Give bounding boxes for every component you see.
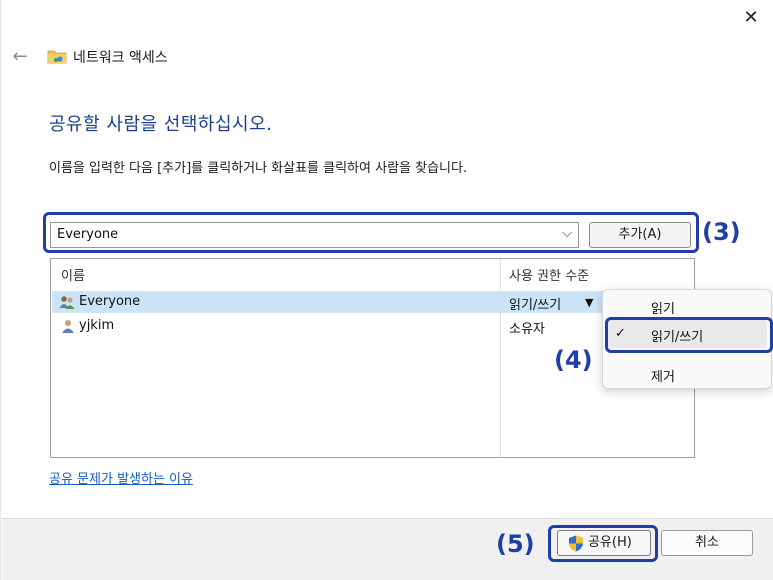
table-row-permission: 소유자 bbox=[509, 322, 545, 337]
menu-item-read[interactable]: 읽기 bbox=[651, 298, 675, 317]
annotation-5: (5) bbox=[496, 530, 535, 558]
highlight-box-3 bbox=[43, 212, 699, 253]
annotation-3: (3) bbox=[702, 218, 741, 246]
column-divider bbox=[500, 259, 501, 457]
help-link[interactable]: 공유 문제가 발생하는 이유 bbox=[49, 468, 193, 487]
cancel-button[interactable]: 취소 bbox=[661, 530, 753, 556]
column-header-name[interactable]: 이름 bbox=[61, 265, 85, 284]
table-row-selected[interactable] bbox=[52, 291, 693, 313]
menu-item-remove[interactable]: 제거 bbox=[651, 366, 675, 385]
shared-folder-icon bbox=[47, 50, 67, 64]
network-access-dialog: ✕ ← 네트워크 액세스 공유할 사람을 선택하십시오. 이름을 입력한 다음 … bbox=[0, 0, 773, 580]
highlight-box-4 bbox=[605, 317, 773, 353]
table-row-name[interactable]: Everyone bbox=[79, 294, 140, 309]
user-icon bbox=[62, 320, 74, 333]
permission-dropdown-icon[interactable]: ▼ bbox=[585, 296, 593, 309]
window-title: 네트워크 액세스 bbox=[73, 50, 168, 66]
table-row-name[interactable]: yjkim bbox=[79, 318, 114, 333]
share-list[interactable]: 이름 사용 권한 수준 Everyone 읽기/쓰기 ▼ yjkim 소유자 bbox=[50, 258, 695, 458]
annotation-4: (4) bbox=[554, 346, 593, 374]
close-button[interactable]: ✕ bbox=[739, 6, 763, 30]
table-row-permission[interactable]: 읽기/쓰기 bbox=[509, 294, 561, 313]
page-heading: 공유할 사람을 선택하십시오. bbox=[49, 114, 273, 135]
highlight-box-5 bbox=[548, 525, 658, 562]
back-arrow-icon[interactable]: ← bbox=[9, 46, 31, 68]
instruction-text: 이름을 입력한 다음 [추가]를 클릭하거나 화살표를 클릭하여 사람을 찾습니… bbox=[49, 161, 468, 176]
column-header-permission[interactable]: 사용 권한 수준 bbox=[509, 265, 589, 284]
users-group-icon bbox=[59, 296, 75, 309]
